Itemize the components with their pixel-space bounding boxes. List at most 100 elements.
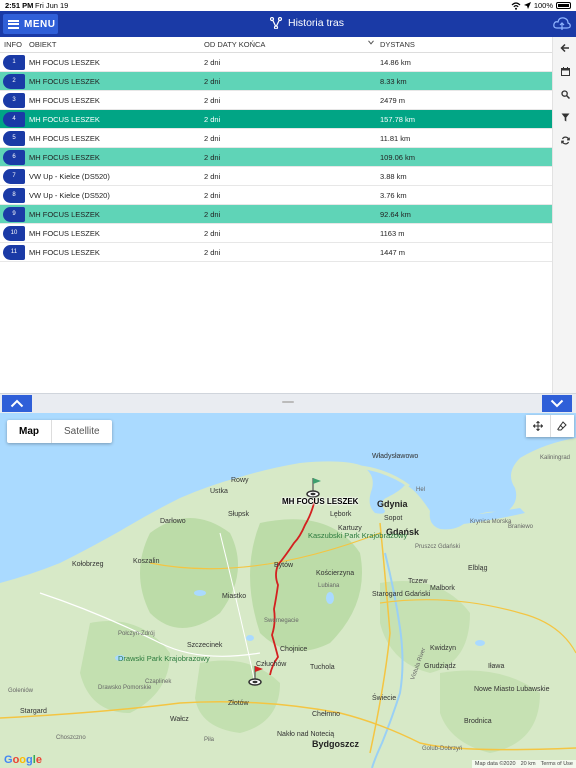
row-number-badge[interactable]: 10 — [3, 225, 25, 241]
chevron-down-icon — [550, 399, 564, 408]
map-label-pruszcz: Pruszcz Gdański — [415, 544, 461, 550]
header-od-daty-label: OD DATY KOŃCA — [204, 40, 266, 49]
row-info-cell[interactable]: 7 — [0, 168, 29, 184]
vehicle-label[interactable]: MH FOCUS LESZEK — [282, 497, 358, 506]
row-info-cell[interactable]: 4 — [0, 111, 29, 127]
row-info-cell[interactable]: 8 — [0, 187, 29, 203]
table-row[interactable]: 2 MH FOCUS LESZEK 2 dni 8.33 km — [0, 72, 552, 91]
row-number-badge[interactable]: 3 — [3, 92, 25, 108]
map-label-kaszubski: Kaszubski Park Krajobrazowy — [308, 531, 408, 540]
row-number-badge[interactable]: 11 — [3, 244, 25, 260]
splitter-grip[interactable] — [282, 401, 294, 403]
row-info-cell[interactable]: 1 — [0, 54, 29, 70]
table-row[interactable]: 7 VW Up - Kielce (DS520) 2 dni 3.88 km — [0, 167, 552, 186]
row-obiekt: MH FOCUS LESZEK — [29, 152, 100, 162]
expand-down-button[interactable] — [542, 395, 572, 412]
row-info-cell[interactable]: 5 — [0, 130, 29, 146]
end-flag-icon[interactable] — [247, 665, 265, 687]
table-row[interactable]: 6 MH FOCUS LESZEK 2 dni 109.06 km — [0, 148, 552, 167]
table-row[interactable]: 1 MH FOCUS LESZEK 2 dni 14.86 km — [0, 53, 552, 72]
table-row[interactable]: 3 MH FOCUS LESZEK 2 dni 2479 m — [0, 91, 552, 110]
map-data-label: Map data ©2020 — [474, 761, 516, 767]
search-button[interactable] — [557, 86, 573, 102]
map-base — [0, 413, 576, 768]
cloud-sync-button[interactable] — [552, 14, 572, 34]
row-dystans: 1447 m — [380, 247, 406, 257]
table-row[interactable]: 5 MH FOCUS LESZEK 2 dni 11.81 km — [0, 129, 552, 148]
map-type-map[interactable]: Map — [7, 420, 51, 443]
map-label-brodnica: Brodnica — [464, 718, 492, 725]
row-dystans: 3.88 km — [380, 171, 407, 181]
title-text: Historia tras — [288, 17, 345, 29]
row-obiekt: MH FOCUS LESZEK — [29, 247, 100, 257]
header-dystans[interactable]: DYSTANS — [380, 40, 552, 49]
header-obiekt[interactable]: OBIEKT — [29, 40, 204, 49]
map-label-lubiana: Lubiana — [318, 583, 340, 589]
map-label-goleniow: Goleniów — [8, 688, 34, 694]
start-flag-icon[interactable] — [306, 477, 324, 499]
move-icon — [532, 421, 543, 431]
route-map[interactable]: Władysławowo Hel Rowy Ustka Gdynia Słups… — [0, 413, 576, 768]
row-obiekt: VW Up - Kielce (DS520) — [29, 190, 110, 200]
map-label-darlowo: Darłowo — [160, 518, 186, 525]
map-label-drawsko: Drawsko Pomorskie — [98, 685, 152, 691]
row-od-daty: 2 dni — [204, 171, 221, 181]
row-dystans: 157.78 km — [380, 114, 416, 124]
row-number-badge[interactable]: 9 — [3, 206, 25, 222]
row-number-badge[interactable]: 7 — [3, 168, 25, 184]
refresh-button[interactable] — [557, 132, 573, 148]
row-obiekt: MH FOCUS LESZEK — [29, 133, 100, 143]
row-dystans: 2479 m — [380, 95, 406, 105]
header-od-daty[interactable]: OD DATY KOŃCA — [204, 40, 380, 49]
back-button[interactable] — [557, 40, 573, 56]
panel-splitter[interactable] — [0, 393, 576, 413]
row-number-badge[interactable]: 8 — [3, 187, 25, 203]
row-obiekt: MH FOCUS LESZEK — [29, 76, 100, 86]
table-row[interactable]: 11 MH FOCUS LESZEK 2 dni 1447 m — [0, 243, 552, 262]
row-info-cell[interactable]: 11 — [0, 244, 29, 260]
row-info-cell[interactable]: 10 — [0, 225, 29, 241]
table-row[interactable]: 9 MH FOCUS LESZEK 2 dni 92.64 km — [0, 205, 552, 224]
table-row[interactable]: 8 VW Up - Kielce (DS520) 2 dni 3.76 km — [0, 186, 552, 205]
row-od-daty: 2 dni — [204, 152, 221, 162]
menu-button[interactable]: MENU — [3, 14, 58, 34]
row-od-daty: 2 dni — [204, 209, 221, 219]
header-info[interactable]: INFO — [0, 40, 29, 49]
pan-button[interactable] — [526, 415, 550, 437]
row-number-badge[interactable]: 4 — [3, 111, 25, 127]
table-body: 1 MH FOCUS LESZEK 2 dni 14.86 km 2 MH FOCUS L… — [0, 53, 552, 262]
sort-down-icon — [368, 40, 374, 45]
row-dystans: 109.06 km — [380, 152, 416, 162]
calendar-icon — [560, 66, 570, 76]
row-dystans: 11.81 km — [380, 133, 411, 143]
terms-link[interactable]: Terms of Use — [541, 761, 573, 767]
row-number-badge[interactable]: 2 — [3, 73, 25, 89]
chevron-up-icon — [10, 399, 24, 408]
row-obiekt: MH FOCUS LESZEK — [29, 57, 100, 67]
row-od-daty: 2 dni — [204, 76, 221, 86]
map-label-starogard: Starogard Gdański — [372, 591, 431, 598]
table-row[interactable]: 10 MH FOCUS LESZEK 2 dni 1163 m — [0, 224, 552, 243]
table-row[interactable]: 4 MH FOCUS LESZEK 2 dni 157.78 km — [0, 110, 552, 129]
row-od-daty: 2 dni — [204, 190, 221, 200]
calendar-button[interactable] — [557, 63, 573, 79]
map-label-rowy: Rowy — [231, 477, 249, 484]
row-od-daty: 2 dni — [204, 133, 221, 143]
row-dystans: 8.33 km — [380, 76, 407, 86]
map-type-satellite[interactable]: Satellite — [51, 420, 112, 443]
row-info-cell[interactable]: 9 — [0, 206, 29, 222]
row-obiekt: MH FOCUS LESZEK — [29, 95, 100, 105]
row-info-cell[interactable]: 2 — [0, 73, 29, 89]
row-number-badge[interactable]: 1 — [3, 54, 25, 70]
filter-button[interactable] — [557, 109, 573, 125]
battery-icon — [556, 2, 571, 9]
expand-up-button[interactable] — [2, 395, 32, 412]
eraser-button[interactable] — [549, 415, 575, 437]
eraser-icon — [557, 421, 567, 431]
map-label-slupsk: Słupsk — [228, 511, 250, 518]
row-number-badge[interactable]: 6 — [3, 149, 25, 165]
row-info-cell[interactable]: 6 — [0, 149, 29, 165]
map-label-bytow: Bytów — [274, 562, 294, 569]
row-info-cell[interactable]: 3 — [0, 92, 29, 108]
row-number-badge[interactable]: 5 — [3, 130, 25, 146]
